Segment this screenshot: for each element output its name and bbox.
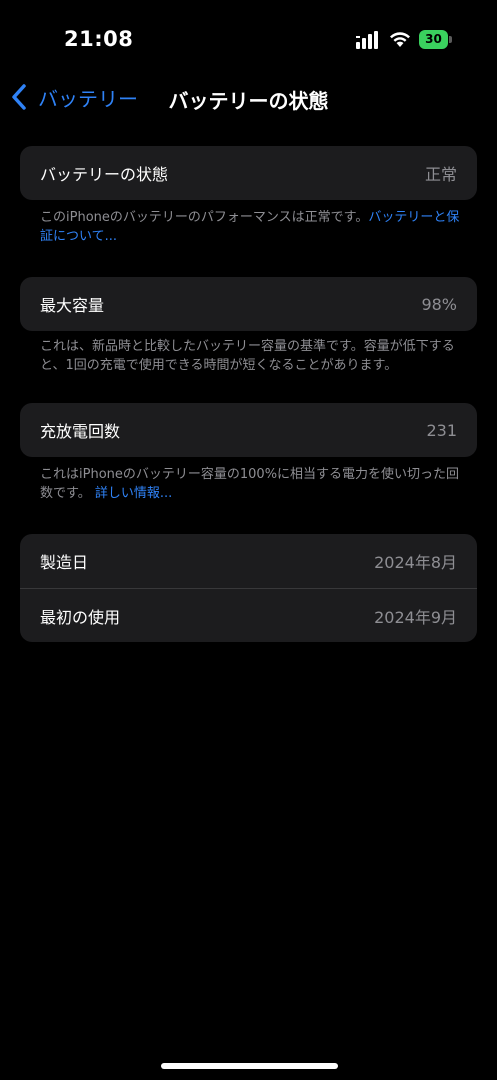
- first-use-row: 最初の使用 2024年9月: [20, 588, 477, 642]
- battery-dates-card: 製造日 2024年8月 最初の使用 2024年9月: [20, 534, 477, 642]
- cycle-count-row: 充放電回数 231: [20, 403, 477, 457]
- cellular-signal-icon: [356, 31, 378, 49]
- maximum-capacity-card: 最大容量 98%: [20, 277, 477, 331]
- wifi-icon: [390, 32, 410, 47]
- first-use-label: 最初の使用: [40, 607, 121, 627]
- battery-health-footer-text: このiPhoneのバッテリーのパフォーマンスは正常です。: [40, 210, 369, 225]
- navigation-bar: バッテリー バッテリーの状態: [0, 75, 497, 119]
- maximum-capacity-label: 最大容量: [40, 296, 105, 315]
- battery-charging-icon: 30: [419, 30, 453, 50]
- learn-more-link[interactable]: 詳しい情報...: [95, 486, 172, 501]
- home-indicator[interactable]: [161, 1063, 338, 1069]
- cycle-count-footer: これはiPhoneのバッテリー容量の100%に相当する電力を使い切った回数です。…: [40, 465, 460, 503]
- manufacture-date-row: 製造日 2024年8月: [20, 534, 477, 588]
- maximum-capacity-row: 最大容量 98%: [20, 277, 477, 331]
- battery-level: 30: [419, 30, 448, 49]
- battery-health-row[interactable]: バッテリーの状態 正常: [20, 146, 477, 200]
- page-title: バッテリーの状態: [168, 89, 329, 113]
- battery-health-footer: このiPhoneのバッテリーのパフォーマンスは正常です。バッテリーと保証について…: [40, 208, 460, 246]
- battery-health-card: バッテリーの状態 正常: [20, 146, 477, 200]
- maximum-capacity-footer: これは、新品時と比較したバッテリー容量の基準です。容量が低下すると、1回の充電で…: [40, 339, 455, 373]
- cycle-count-value: 231: [426, 420, 457, 440]
- manufacture-date-label: 製造日: [40, 553, 89, 572]
- battery-health-value: 正常: [424, 165, 457, 184]
- first-use-value: 2024年9月: [374, 607, 457, 627]
- cycle-count-label: 充放電回数: [40, 422, 121, 441]
- status-time: 21:08: [64, 27, 134, 51]
- status-bar: 21:08 30: [0, 0, 497, 80]
- manufacture-date-value: 2024年8月: [374, 553, 457, 572]
- battery-health-label: バッテリーの状態: [40, 165, 169, 184]
- cycle-count-card: 充放電回数 231: [20, 403, 477, 457]
- battery-tip: [449, 36, 452, 43]
- maximum-capacity-value: 98%: [421, 294, 457, 314]
